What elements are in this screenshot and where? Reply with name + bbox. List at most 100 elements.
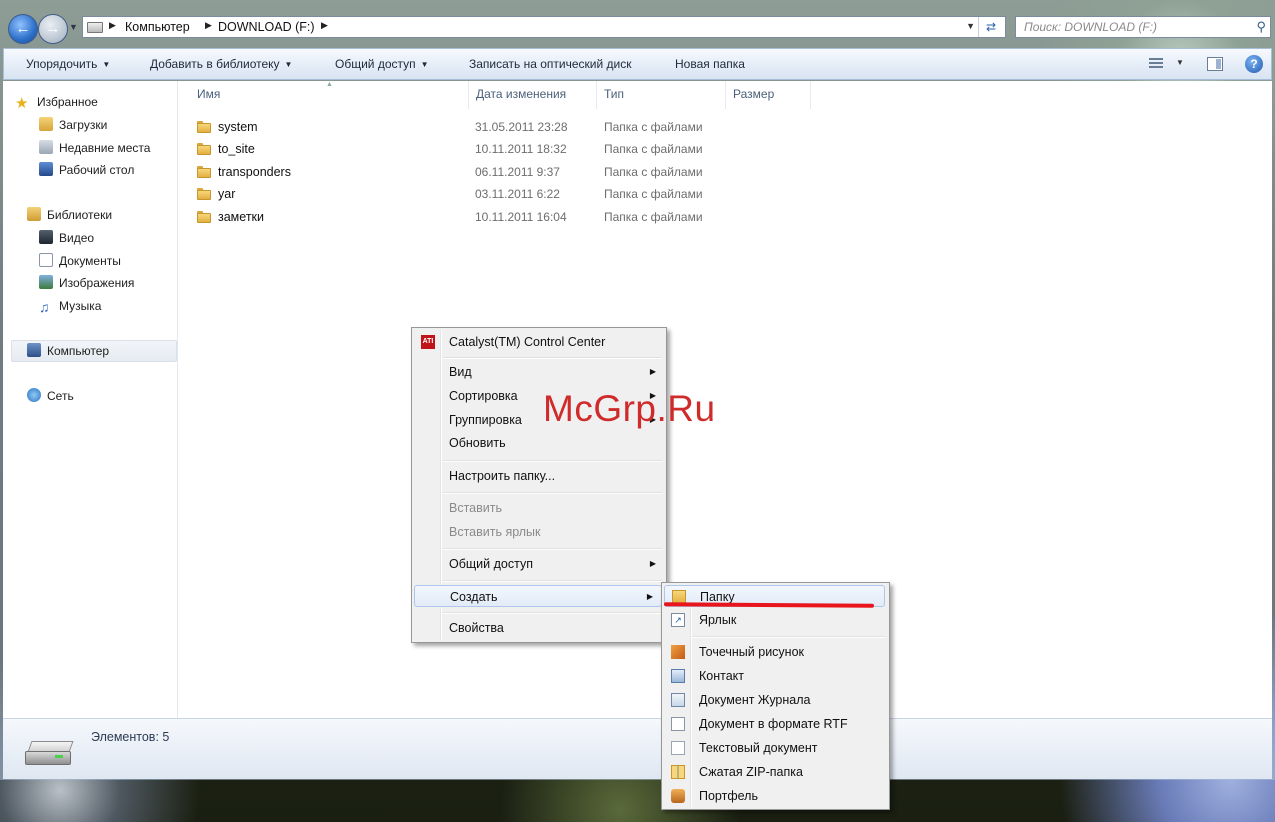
search-box[interactable]: ⚲	[1015, 16, 1271, 38]
text-document-icon	[671, 741, 685, 755]
table-row[interactable]: system 31.05.2011 23:28 Папка с файлами	[178, 116, 818, 138]
breadcrumb-computer[interactable]: Компьютер	[125, 20, 190, 34]
documents-icon	[39, 253, 53, 267]
add-to-library-button[interactable]: Добавить в библиотеку ▼	[150, 57, 292, 71]
table-row[interactable]: заметки 10.11.2011 16:04 Папка с файлами	[178, 206, 818, 228]
submenu-item-shortcut[interactable]: ↗ Ярлык	[664, 609, 887, 631]
menu-item-create[interactable]: Создать ▶	[414, 585, 662, 607]
menu-item-label: Документ Журнала	[699, 693, 811, 707]
submenu-item-zip[interactable]: Сжатая ZIP-папка	[664, 761, 887, 783]
preview-pane-icon[interactable]	[1207, 57, 1223, 71]
help-icon[interactable]: ?	[1245, 55, 1263, 73]
file-name: yar	[218, 187, 236, 201]
view-options-icon[interactable]	[1149, 58, 1163, 70]
file-name: заметки	[218, 210, 264, 224]
menu-item-label: Документ в формате RTF	[699, 717, 848, 731]
breadcrumb-separator-icon[interactable]: ▶	[205, 20, 212, 31]
breadcrumb-separator-icon[interactable]: ▶	[109, 20, 116, 31]
submenu-item-text[interactable]: Текстовый документ	[664, 737, 887, 759]
nav-libraries[interactable]: Библиотеки	[27, 206, 112, 224]
search-input[interactable]	[1024, 19, 1244, 35]
menu-item-share[interactable]: Общий доступ ▶	[414, 553, 664, 575]
submenu-item-briefcase[interactable]: Портфель	[664, 785, 887, 807]
file-type: Папка с файлами	[604, 210, 703, 224]
submenu-item-rtf[interactable]: Документ в формате RTF	[664, 713, 887, 735]
create-submenu: Папку ↗ Ярлык Точечный рисунок Контакт Д…	[661, 582, 890, 810]
briefcase-icon	[671, 789, 685, 803]
refresh-icon[interactable]: ⇄	[978, 17, 1003, 37]
nav-video[interactable]: Видео	[39, 229, 94, 247]
column-header-date[interactable]: Дата изменения	[476, 87, 566, 101]
menu-separator	[443, 357, 662, 359]
downloads-folder-icon	[39, 117, 53, 131]
nav-network[interactable]: Сеть	[27, 387, 74, 405]
table-row[interactable]: yar 03.11.2011 6:22 Папка с файлами	[178, 183, 818, 205]
nav-documents-label: Документы	[59, 254, 121, 268]
command-bar: Упорядочить ▼ Добавить в библиотеку ▼ Общи…	[3, 48, 1272, 80]
submenu-item-journal[interactable]: Документ Журнала	[664, 689, 887, 711]
computer-icon	[27, 343, 41, 357]
table-row[interactable]: transponders 06.11.2011 9:37 Папка с фай…	[178, 161, 818, 183]
file-date: 31.05.2011 23:28	[475, 120, 568, 134]
address-bar[interactable]: ▶ Компьютер ▶ DOWNLOAD (F:) ▶ ▼ ⇄	[82, 16, 1006, 38]
nav-pictures[interactable]: Изображения	[39, 274, 134, 292]
nav-favorites[interactable]: ★ Избранное	[15, 93, 98, 111]
nav-computer-label: Компьютер	[47, 344, 110, 358]
menu-item-properties[interactable]: Свойства	[414, 617, 664, 639]
file-date: 06.11.2011 9:37	[475, 165, 560, 179]
column-header-type[interactable]: Тип	[604, 87, 624, 101]
music-icon: ♫	[39, 299, 50, 315]
folder-icon	[197, 165, 211, 178]
menu-item-refresh[interactable]: Обновить	[414, 432, 664, 454]
menu-separator	[443, 548, 662, 550]
nav-video-label: Видео	[59, 231, 95, 245]
sort-ascending-icon: ▲	[326, 81, 333, 88]
breadcrumb-separator-icon[interactable]: ▶	[321, 20, 328, 31]
network-icon	[27, 388, 41, 402]
menu-item-label: Создать	[450, 590, 498, 604]
column-header-size[interactable]: Размер	[733, 87, 774, 101]
share-button[interactable]: Общий доступ ▼	[335, 57, 429, 71]
column-separator[interactable]	[725, 81, 726, 109]
nav-desktop[interactable]: Рабочий стол	[39, 161, 134, 179]
contact-icon	[671, 669, 685, 683]
table-row[interactable]: to_site 10.11.2011 18:32 Папка с файлами	[178, 138, 818, 160]
column-separator[interactable]	[596, 81, 597, 109]
pictures-icon	[39, 275, 53, 289]
menu-item-catalyst[interactable]: ATI Catalyst(TM) Control Center	[414, 331, 664, 353]
rtf-document-icon	[671, 717, 685, 731]
nav-downloads[interactable]: Загрузки	[39, 116, 107, 134]
column-header-name[interactable]: Имя	[197, 87, 220, 101]
forward-button[interactable]: →	[38, 14, 68, 44]
folder-icon	[197, 210, 211, 223]
nav-documents[interactable]: Документы	[39, 252, 121, 270]
recent-pages-dropdown-icon[interactable]: ▼	[69, 22, 78, 32]
address-history-dropdown-icon[interactable]: ▼	[966, 21, 975, 31]
menu-item-label: Catalyst(TM) Control Center	[449, 335, 606, 349]
organize-button[interactable]: Упорядочить ▼	[26, 57, 110, 71]
menu-item-view[interactable]: Вид ▶	[414, 361, 664, 383]
libraries-icon	[27, 207, 41, 221]
file-type: Папка с файлами	[604, 120, 703, 134]
new-folder-button[interactable]: Новая папка	[675, 57, 745, 71]
view-dropdown-icon[interactable]: ▼	[1176, 58, 1184, 67]
burn-button[interactable]: Записать на оптический диск	[469, 57, 632, 71]
search-icon[interactable]: ⚲	[1256, 19, 1266, 35]
menu-item-customize[interactable]: Настроить папку...	[414, 465, 664, 487]
breadcrumb-drive[interactable]: DOWNLOAD (F:)	[218, 20, 315, 34]
menu-item-label: Группировка	[449, 413, 522, 427]
forward-arrow-icon: →	[45, 20, 61, 37]
menu-item-paste[interactable]: Вставить	[414, 497, 664, 519]
share-label: Общий доступ	[335, 57, 416, 71]
nav-music[interactable]: ♫ Музыка	[39, 297, 101, 315]
nav-computer[interactable]: Компьютер	[27, 342, 109, 360]
menu-item-paste-shortcut[interactable]: Вставить ярлык	[414, 521, 664, 543]
menu-separator	[443, 612, 662, 614]
menu-item-label: Сжатая ZIP-папка	[699, 765, 803, 779]
back-button[interactable]: ←	[8, 14, 38, 44]
submenu-item-contact[interactable]: Контакт	[664, 665, 887, 687]
nav-recent-places[interactable]: Недавние места	[39, 139, 150, 157]
column-separator[interactable]	[468, 81, 469, 109]
submenu-item-bitmap[interactable]: Точечный рисунок	[664, 641, 887, 663]
column-separator[interactable]	[810, 81, 811, 109]
